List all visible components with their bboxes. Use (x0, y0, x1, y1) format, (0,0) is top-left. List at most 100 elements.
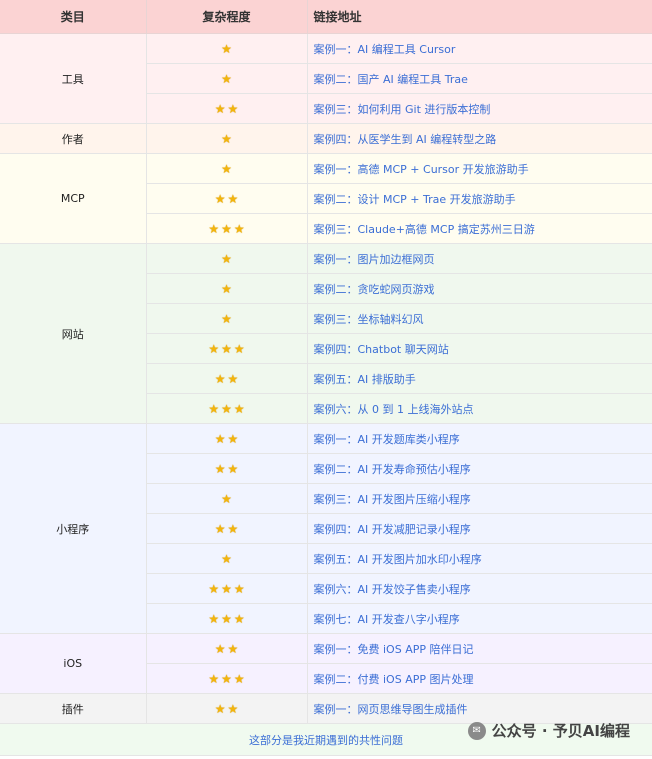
complexity-cell: ★ (146, 153, 308, 184)
star-icon: ★ (208, 341, 220, 356)
case-link[interactable]: 案例二：设计 MCP + Trae 开发旅游助手 (307, 183, 652, 214)
table-row: 作者 ★ 案例四：从医学生到 AI 编程转型之路 (0, 123, 652, 154)
case-table: 类目 复杂程度 链接地址 工具 ★ 案例一：AI 编程工具 Cursor ★ 案例二：国… (0, 0, 652, 756)
star-icon: ★ (221, 281, 232, 296)
star-icon: ★ (233, 581, 245, 596)
star-icon: ★ (227, 191, 239, 206)
category-cell: MCP (0, 153, 147, 244)
table-row: MCP ★ 案例一：高德 MCP + Cursor 开发旅游助手 (0, 153, 652, 244)
complexity-cell: ★ (146, 483, 308, 514)
case-link[interactable]: 案例二：国产 AI 编程工具 Trae (307, 63, 652, 94)
star-icon: ★ (221, 161, 232, 176)
star-icon: ★ (221, 611, 232, 626)
case-link[interactable]: 案例一：图片加边框网页 (307, 243, 652, 274)
header-link: 链接地址 (307, 0, 652, 34)
star-icon: ★ (221, 491, 232, 506)
complexity-cell: ★ ★ ★ (146, 663, 308, 694)
star-icon: ★ (208, 671, 220, 686)
complexity-cell: ★ (146, 33, 308, 64)
star-icon: ★ (227, 101, 239, 116)
complexity-cell: ★ ★ (146, 513, 308, 544)
case-link[interactable]: 案例四：AI 开发减肥记录小程序 (307, 513, 652, 544)
watermark-text: 公众号 · 予贝AI编程 (491, 722, 630, 740)
header-row: 类目 复杂程度 链接地址 (0, 0, 652, 34)
complexity-cell: ★ (146, 303, 308, 334)
complexity-cell: ★ ★ (146, 693, 308, 724)
case-link[interactable]: 案例五：AI 开发图片加水印小程序 (307, 543, 652, 574)
star-icon: ★ (214, 101, 226, 116)
star-icon: ★ (227, 461, 239, 476)
category-cell: 小程序 (0, 423, 147, 634)
case-link[interactable]: 案例一：AI 开发题库类小程序 (307, 423, 652, 454)
star-icon: ★ (227, 371, 239, 386)
complexity-cell: ★ ★ ★ (146, 573, 308, 604)
wechat-icon: ✉ (467, 721, 486, 740)
case-link[interactable]: 案例二：付费 iOS APP 图片处理 (307, 663, 652, 694)
complexity-cell: ★ (146, 273, 308, 304)
star-icon: ★ (221, 581, 232, 596)
star-icon: ★ (214, 461, 226, 476)
star-icon: ★ (221, 221, 232, 236)
complexity-cell: ★ ★ ★ (146, 393, 308, 424)
star-icon: ★ (208, 221, 220, 236)
header-category: 类目 (0, 0, 147, 34)
case-link[interactable]: 案例三：Claude+高德 MCP 搞定苏州三日游 (307, 213, 652, 244)
complexity-cell: ★ ★ ★ (146, 333, 308, 364)
case-link[interactable]: 案例一：免费 iOS APP 陪伴日记 (307, 633, 652, 664)
star-icon: ★ (214, 371, 226, 386)
star-icon: ★ (221, 131, 232, 146)
star-icon: ★ (214, 641, 226, 656)
complexity-cell: ★ ★ (146, 183, 308, 214)
case-link[interactable]: 案例三：AI 开发图片压缩小程序 (307, 483, 652, 514)
complexity-cell: ★ (146, 123, 308, 154)
case-link[interactable]: 案例六：AI 开发饺子售卖小程序 (307, 573, 652, 604)
complexity-cell: ★ ★ (146, 363, 308, 394)
star-icon: ★ (208, 401, 220, 416)
case-link[interactable]: 案例三：坐标轴料幻风 (307, 303, 652, 334)
complexity-cell: ★ ★ (146, 423, 308, 454)
case-link[interactable]: 案例四：从医学生到 AI 编程转型之路 (307, 123, 652, 154)
case-link[interactable]: 案例四：Chatbot 聊天网站 (307, 333, 652, 364)
category-cell: 工具 (0, 33, 147, 124)
case-link[interactable]: 案例一：网页思维导图生成插件 (307, 693, 652, 724)
star-icon: ★ (233, 221, 245, 236)
case-link[interactable]: 案例六：从 0 到 1 上线海外站点 (307, 393, 652, 424)
category-cell: 网站 (0, 243, 147, 424)
complexity-cell: ★ ★ (146, 453, 308, 484)
case-link[interactable]: 案例一：AI 编程工具 Cursor (307, 33, 652, 64)
complexity-cell: ★ (146, 243, 308, 274)
star-icon: ★ (227, 431, 239, 446)
star-icon: ★ (233, 611, 245, 626)
star-icon: ★ (221, 341, 232, 356)
case-link[interactable]: 案例三：如何利用 Git 进行版本控制 (307, 93, 652, 124)
category-cell: 作者 (0, 123, 147, 154)
header-complexity: 复杂程度 (146, 0, 308, 34)
star-icon: ★ (208, 581, 220, 596)
case-link[interactable]: 案例五：AI 排版助手 (307, 363, 652, 394)
star-icon: ★ (233, 401, 245, 416)
star-icon: ★ (221, 311, 232, 326)
case-link[interactable]: 案例二：AI 开发寿命预估小程序 (307, 453, 652, 484)
star-icon: ★ (221, 71, 232, 86)
case-link[interactable]: 案例七：AI 开发查八字小程序 (307, 603, 652, 634)
star-icon: ★ (227, 701, 239, 716)
star-icon: ★ (214, 431, 226, 446)
star-icon: ★ (214, 191, 226, 206)
star-icon: ★ (233, 671, 245, 686)
star-icon: ★ (214, 521, 226, 536)
case-link[interactable]: 案例一：高德 MCP + Cursor 开发旅游助手 (307, 153, 652, 184)
table-row: 网站 ★ 案例一：图片加边框网页 (0, 243, 652, 424)
table-row: 插件 ★ ★ 案例一：网页思维导图生成插件 (0, 693, 652, 724)
star-icon: ★ (227, 521, 239, 536)
star-icon: ★ (227, 641, 239, 656)
star-icon: ★ (233, 341, 245, 356)
star-icon: ★ (208, 611, 220, 626)
complexity-cell: ★ (146, 63, 308, 94)
category-cell: 插件 (0, 693, 147, 724)
watermark: ✉ 公众号 · 予贝AI编程 (467, 720, 630, 741)
complexity-cell: ★ ★ ★ (146, 603, 308, 634)
star-icon: ★ (221, 251, 232, 266)
case-link[interactable]: 案例二：贪吃蛇网页游戏 (307, 273, 652, 304)
complexity-cell: ★ ★ ★ (146, 213, 308, 244)
table-row: 工具 ★ 案例一：AI 编程工具 Cursor (0, 33, 652, 124)
